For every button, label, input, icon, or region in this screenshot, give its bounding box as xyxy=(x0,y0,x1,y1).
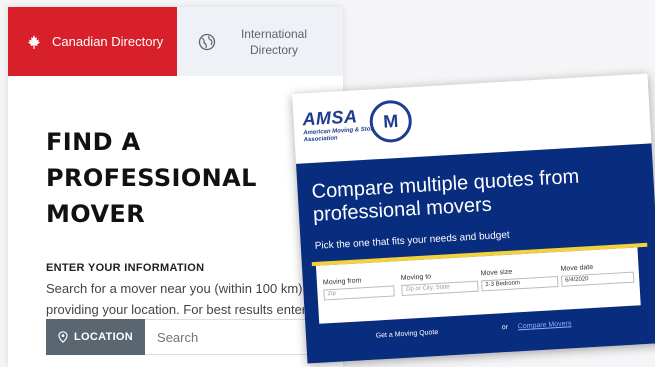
move-size-label: Move size xyxy=(480,268,513,278)
amsa-ad-card[interactable]: AMSA American Moving & Storage Associati… xyxy=(292,73,655,364)
tab-canadian-directory[interactable]: Canadian Directory xyxy=(8,7,177,76)
move-date-input[interactable]: 6/4/2020 xyxy=(560,271,635,287)
tab-international-directory[interactable]: International Directory xyxy=(177,7,343,76)
globe-icon xyxy=(198,33,216,50)
moving-from-label: Moving from xyxy=(322,277,362,287)
amsa-promo-area: Compare multiple quotes from professiona… xyxy=(296,143,655,364)
amsa-headline: Compare multiple quotes from professiona… xyxy=(311,165,580,226)
directory-tabs: Canadian Directory International Directo… xyxy=(8,7,343,76)
amsa-subline: Pick the one that fits your needs and bu… xyxy=(314,229,510,252)
move-date-label: Move date xyxy=(560,263,594,273)
maple-leaf-icon xyxy=(28,34,40,49)
location-pin-icon xyxy=(58,331,68,343)
get-quote-label: Get a Moving Quote xyxy=(375,328,439,340)
moving-to-input[interactable]: Zip or City, State xyxy=(401,280,479,297)
compare-movers-link[interactable]: Compare Movers xyxy=(518,320,572,330)
move-size-select[interactable]: 2-3 Bedroom xyxy=(481,275,559,292)
moving-from-input[interactable]: Zip xyxy=(323,285,395,301)
badge-letter: M xyxy=(382,110,399,132)
directory-panel: Canadian Directory International Directo… xyxy=(8,7,343,367)
section-label: ENTER YOUR INFORMATION xyxy=(46,262,205,274)
tab-canadian-label: Canadian Directory xyxy=(52,34,164,49)
tab-international-label: International Directory xyxy=(240,26,308,57)
page-title: FIND A PROFESSIONAL MOVER xyxy=(46,128,257,228)
or-text: or xyxy=(501,323,509,332)
location-search-row: LOCATION xyxy=(46,319,346,355)
moving-to-label: Moving to xyxy=(400,273,432,283)
location-button[interactable]: LOCATION xyxy=(46,319,146,355)
get-quote-button[interactable]: Get a Moving Quote xyxy=(319,318,495,349)
location-button-label: LOCATION xyxy=(74,331,134,343)
